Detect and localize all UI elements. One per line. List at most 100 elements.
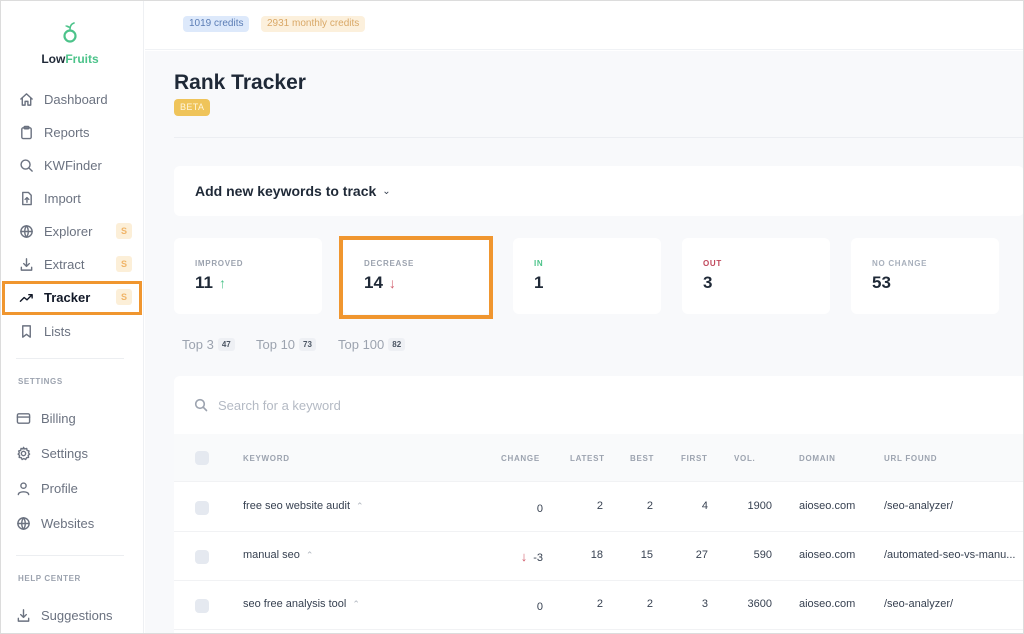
keywords-table: KEYWORD CHANGE LATEST BEST FIRST VOL. DO… [174,376,1024,634]
chevron-up-icon[interactable]: ⌃ [306,550,314,560]
domain-cell: aioseo.com [799,500,856,512]
sidebar-item-settings[interactable]: Settings [3,439,137,467]
column-header-first[interactable]: FIRST [681,454,708,463]
select-all-checkbox[interactable] [195,451,209,465]
column-header-vol[interactable]: VOL. [734,454,755,463]
column-header-best[interactable]: BEST [630,454,654,463]
volume-cell: 3600 [747,598,772,610]
download-tray-icon [15,607,31,623]
stat-label: NO CHANGE [872,259,928,268]
subscription-badge: S [116,289,132,305]
sidebar-item-extract[interactable]: Extract S [6,250,140,278]
column-header-keyword[interactable]: KEYWORD [243,454,290,463]
sidebar-item-explorer[interactable]: Explorer S [6,217,140,245]
file-upload-icon [18,190,34,206]
globe-icon [18,223,34,239]
tab-top-3[interactable]: Top 3 47 [182,337,235,352]
search-bar [174,376,1024,434]
url-cell[interactable]: /seo-analyzer/ [884,500,953,512]
download-icon [18,256,34,272]
table-row[interactable]: seo free analysis tool ⌃ 0 2 2 3 3600 aio… [174,581,1024,630]
subscription-badge: S [116,223,132,239]
arrow-down-icon: ↓ [388,275,396,291]
table-header: KEYWORD CHANGE LATEST BEST FIRST VOL. DO… [174,434,1024,482]
chevron-up-icon[interactable]: ⌃ [352,599,360,609]
top-bar: 1019 credits 2931 monthly credits [145,0,1024,50]
sidebar-item-suggestions[interactable]: Suggestions [3,601,137,629]
stat-value: 3 [703,273,713,292]
keyword-cell: manual seo ⌃ [243,549,314,561]
row-checkbox[interactable] [195,501,209,515]
sidebar-item-websites[interactable]: Websites [3,509,137,537]
stat-value: 11 ↑ [195,273,226,292]
url-cell[interactable]: /automated-seo-vs-manu... [884,549,1015,561]
trending-up-icon [18,289,34,305]
latest-cell: 18 [590,549,603,561]
domain-cell: aioseo.com [799,549,856,561]
column-header-change[interactable]: CHANGE [501,454,540,463]
tab-top-10[interactable]: Top 10 73 [256,337,316,352]
domain-cell: aioseo.com [799,598,856,610]
search-icon [18,157,34,173]
column-header-url-found[interactable]: URL FOUND [884,454,937,463]
sidebar-item-tracker[interactable]: Tracker S [6,283,140,311]
latest-cell: 2 [596,598,603,610]
count-badge: 47 [217,338,235,351]
best-cell: 15 [640,549,653,561]
stat-card-improved[interactable]: IMPROVED 11 ↑ [174,238,322,314]
main-content: Rank Tracker BETA Add new keywords to tr… [145,51,1024,634]
sidebar-item-kwfinder[interactable]: KWFinder [6,151,140,179]
sidebar-divider [16,358,124,359]
help-center-heading: HELP CENTER [18,574,81,583]
keyword-cell: free seo website audit ⌃ [243,500,364,512]
brand-name: LowFruits [41,52,99,66]
row-checkbox[interactable] [195,550,209,564]
stat-label: IN [534,259,544,268]
column-header-domain[interactable]: DOMAIN [799,454,836,463]
latest-cell: 2 [596,500,603,512]
fruit-logo-icon [63,22,77,43]
credits-badge: 1019 credits [183,16,250,32]
stat-card-decrease[interactable]: DECREASE 14 ↓ [343,238,491,314]
sidebar-item-lists[interactable]: Lists [6,317,140,345]
add-keywords-label: Add new keywords to track [195,183,377,199]
sidebar-divider [16,555,124,556]
sidebar-item-dashboard[interactable]: Dashboard [6,85,140,113]
count-badge: 82 [388,338,406,351]
keyword-search-input[interactable] [218,397,718,413]
settings-heading: SETTINGS [18,377,63,386]
bookmark-icon [18,323,34,339]
stat-card-in[interactable]: IN 1 [513,238,661,314]
sidebar-item-billing[interactable]: Billing [3,404,137,432]
column-header-latest[interactable]: LATEST [570,454,605,463]
chevron-up-icon[interactable]: ⌃ [356,501,364,511]
chevron-down-icon: ⌄ [382,185,391,197]
volume-cell: 1900 [747,500,772,512]
globe-icon [15,515,31,531]
change-cell: 0 [536,503,543,515]
best-cell: 2 [646,598,653,610]
stat-value: 1 [534,273,544,292]
table-row[interactable]: free seo website audit ⌃ 0 2 2 4 1900 aio… [174,483,1024,532]
sidebar-item-import[interactable]: Import [6,184,140,212]
table-row[interactable]: manual seo ⌃ ↓ -3 18 15 27 590 aioseo.com … [174,532,1024,581]
tab-top-100[interactable]: Top 100 82 [338,337,406,352]
sidebar-item-reports[interactable]: Reports [6,118,140,146]
keyword-cell: seo free analysis tool ⌃ [243,598,360,610]
logo[interactable]: LowFruits [0,22,140,66]
add-keywords-toggle[interactable]: Add new keywords to track ⌄ [174,166,1024,216]
sidebar-item-profile[interactable]: Profile [3,474,137,502]
user-icon [15,480,31,496]
stat-value: 53 [872,273,891,292]
stat-value: 14 ↓ [364,273,396,292]
stat-card-out[interactable]: OUT 3 [682,238,830,314]
beta-badge: BETA [174,99,211,116]
volume-cell: 590 [753,549,772,561]
row-checkbox[interactable] [195,599,209,613]
stat-label: OUT [703,259,722,268]
stat-card-no-change[interactable]: NO CHANGE 53 [851,238,999,314]
url-cell[interactable]: /seo-analyzer/ [884,598,953,610]
sidebar: LowFruits Dashboard Reports KWFinder Imp… [0,0,144,634]
change-cell: 0 [536,601,543,613]
clipboard-icon [18,124,34,140]
